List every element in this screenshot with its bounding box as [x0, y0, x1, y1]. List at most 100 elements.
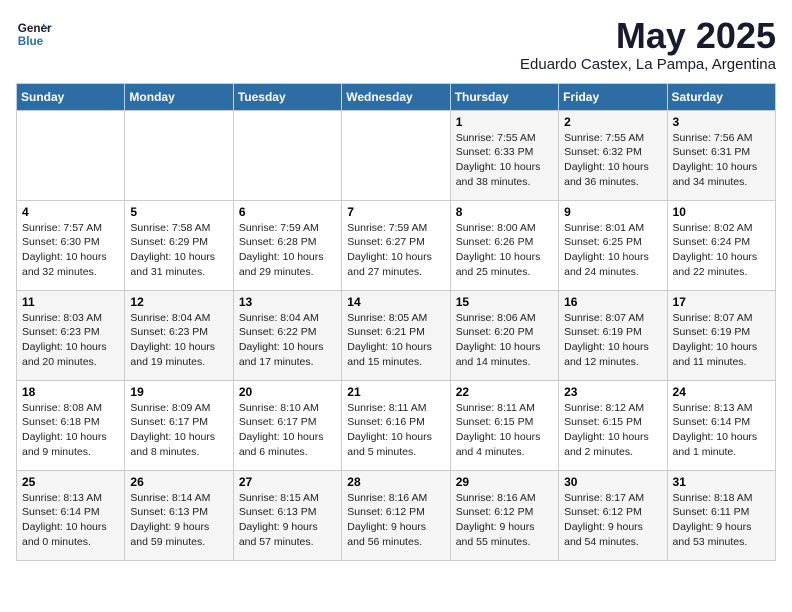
weekday-header-tuesday: Tuesday [233, 83, 341, 110]
day-number: 31 [673, 475, 770, 489]
day-number: 17 [673, 295, 770, 309]
day-number: 3 [673, 115, 770, 129]
calendar-cell: 22 Sunrise: 8:11 AM Sunset: 6:15 PM Dayli… [450, 380, 558, 470]
weekday-header-sunday: Sunday [17, 83, 125, 110]
day-number: 18 [22, 385, 119, 399]
calendar-cell: 29 Sunrise: 8:16 AM Sunset: 6:12 PM Dayli… [450, 470, 558, 560]
day-number: 25 [22, 475, 119, 489]
day-number: 22 [456, 385, 553, 399]
weekday-header-monday: Monday [125, 83, 233, 110]
calendar-cell: 16 Sunrise: 8:07 AM Sunset: 6:19 PM Dayli… [559, 290, 667, 380]
day-info: Sunrise: 8:11 AM Sunset: 6:16 PM Dayligh… [347, 401, 444, 460]
day-number: 21 [347, 385, 444, 399]
calendar-cell: 17 Sunrise: 8:07 AM Sunset: 6:19 PM Dayli… [667, 290, 775, 380]
day-number: 12 [130, 295, 227, 309]
day-number: 8 [456, 205, 553, 219]
day-info: Sunrise: 8:11 AM Sunset: 6:15 PM Dayligh… [456, 401, 553, 460]
logo-icon: General Blue [16, 16, 52, 52]
day-number: 19 [130, 385, 227, 399]
day-number: 11 [22, 295, 119, 309]
day-number: 16 [564, 295, 661, 309]
day-info: Sunrise: 8:09 AM Sunset: 6:17 PM Dayligh… [130, 401, 227, 460]
calendar-cell: 25 Sunrise: 8:13 AM Sunset: 6:14 PM Dayli… [17, 470, 125, 560]
calendar-cell: 19 Sunrise: 8:09 AM Sunset: 6:17 PM Dayli… [125, 380, 233, 470]
calendar-cell: 31 Sunrise: 8:18 AM Sunset: 6:11 PM Dayli… [667, 470, 775, 560]
calendar-cell: 13Sunrise: 8:04 AM Sunset: 6:22 PM Dayli… [233, 290, 341, 380]
calendar-cell: 28Sunrise: 8:16 AM Sunset: 6:12 PM Dayli… [342, 470, 450, 560]
calendar-cell: 20Sunrise: 8:10 AM Sunset: 6:17 PM Dayli… [233, 380, 341, 470]
logo: General Blue [16, 16, 52, 52]
day-number: 20 [239, 385, 336, 399]
day-info: Sunrise: 8:04 AM Sunset: 6:23 PM Dayligh… [130, 311, 227, 370]
day-info: Sunrise: 8:16 AM Sunset: 6:12 PM Dayligh… [347, 491, 444, 550]
day-number: 29 [456, 475, 553, 489]
day-number: 2 [564, 115, 661, 129]
calendar-cell: 11 Sunrise: 8:03 AM Sunset: 6:23 PM Dayli… [17, 290, 125, 380]
day-info: Sunrise: 7:56 AM Sunset: 6:31 PM Dayligh… [673, 131, 770, 190]
day-info: Sunrise: 7:55 AM Sunset: 6:33 PM Dayligh… [456, 131, 553, 190]
day-number: 13 [239, 295, 336, 309]
title-area: May 2025 Eduardo Castex, La Pampa, Argen… [520, 16, 776, 73]
day-info: Sunrise: 8:07 AM Sunset: 6:19 PM Dayligh… [564, 311, 661, 370]
day-info: Sunrise: 8:15 AM Sunset: 6:13 PM Dayligh… [239, 491, 336, 550]
calendar-cell: 1 Sunrise: 7:55 AM Sunset: 6:33 PM Daylig… [450, 110, 558, 200]
day-number: 23 [564, 385, 661, 399]
day-info: Sunrise: 7:58 AM Sunset: 6:29 PM Dayligh… [130, 221, 227, 280]
weekday-header-friday: Friday [559, 83, 667, 110]
day-info: Sunrise: 7:59 AM Sunset: 6:28 PM Dayligh… [239, 221, 336, 280]
main-title: May 2025 [520, 16, 776, 56]
day-info: Sunrise: 8:16 AM Sunset: 6:12 PM Dayligh… [456, 491, 553, 550]
day-number: 6 [239, 205, 336, 219]
subtitle: Eduardo Castex, La Pampa, Argentina [520, 56, 776, 73]
day-number: 24 [673, 385, 770, 399]
day-info: Sunrise: 8:00 AM Sunset: 6:26 PM Dayligh… [456, 221, 553, 280]
calendar-cell: 24 Sunrise: 8:13 AM Sunset: 6:14 PM Dayli… [667, 380, 775, 470]
calendar-cell: 23 Sunrise: 8:12 AM Sunset: 6:15 PM Dayli… [559, 380, 667, 470]
day-info: Sunrise: 7:55 AM Sunset: 6:32 PM Dayligh… [564, 131, 661, 190]
day-info: Sunrise: 8:13 AM Sunset: 6:14 PM Dayligh… [673, 401, 770, 460]
calendar-cell [17, 110, 125, 200]
header: General Blue May 2025 Eduardo Castex, La… [16, 16, 776, 73]
calendar-cell: 14 Sunrise: 8:05 AM Sunset: 6:21 PM Dayli… [342, 290, 450, 380]
calendar-cell: 18 Sunrise: 8:08 AM Sunset: 6:18 PM Dayli… [17, 380, 125, 470]
day-info: Sunrise: 8:13 AM Sunset: 6:14 PM Dayligh… [22, 491, 119, 550]
calendar-cell [342, 110, 450, 200]
weekday-header-saturday: Saturday [667, 83, 775, 110]
day-info: Sunrise: 8:03 AM Sunset: 6:23 PM Dayligh… [22, 311, 119, 370]
day-number: 5 [130, 205, 227, 219]
day-info: Sunrise: 8:12 AM Sunset: 6:15 PM Dayligh… [564, 401, 661, 460]
weekday-header-thursday: Thursday [450, 83, 558, 110]
day-info: Sunrise: 8:02 AM Sunset: 6:24 PM Dayligh… [673, 221, 770, 280]
day-info: Sunrise: 7:59 AM Sunset: 6:27 PM Dayligh… [347, 221, 444, 280]
day-info: Sunrise: 8:14 AM Sunset: 6:13 PM Dayligh… [130, 491, 227, 550]
calendar-cell [125, 110, 233, 200]
weekday-header-wednesday: Wednesday [342, 83, 450, 110]
day-info: Sunrise: 8:06 AM Sunset: 6:20 PM Dayligh… [456, 311, 553, 370]
day-info: Sunrise: 8:17 AM Sunset: 6:12 PM Dayligh… [564, 491, 661, 550]
svg-text:Blue: Blue [18, 35, 44, 48]
day-number: 15 [456, 295, 553, 309]
day-number: 1 [456, 115, 553, 129]
calendar-cell: 4Sunrise: 7:57 AM Sunset: 6:30 PM Daylig… [17, 200, 125, 290]
day-info: Sunrise: 8:05 AM Sunset: 6:21 PM Dayligh… [347, 311, 444, 370]
day-number: 26 [130, 475, 227, 489]
calendar-cell: 2 Sunrise: 7:55 AM Sunset: 6:32 PM Daylig… [559, 110, 667, 200]
day-number: 4 [22, 205, 119, 219]
calendar-cell: 15 Sunrise: 8:06 AM Sunset: 6:20 PM Dayli… [450, 290, 558, 380]
calendar-cell: 9 Sunrise: 8:01 AM Sunset: 6:25 PM Daylig… [559, 200, 667, 290]
calendar-table: SundayMondayTuesdayWednesdayThursdayFrid… [16, 83, 776, 561]
day-info: Sunrise: 8:08 AM Sunset: 6:18 PM Dayligh… [22, 401, 119, 460]
calendar-cell: 10 Sunrise: 8:02 AM Sunset: 6:24 PM Dayli… [667, 200, 775, 290]
day-number: 10 [673, 205, 770, 219]
calendar-cell [233, 110, 341, 200]
day-info: Sunrise: 8:18 AM Sunset: 6:11 PM Dayligh… [673, 491, 770, 550]
calendar-cell: 26 Sunrise: 8:14 AM Sunset: 6:13 PM Dayli… [125, 470, 233, 560]
calendar-cell: 7Sunrise: 7:59 AM Sunset: 6:27 PM Daylig… [342, 200, 450, 290]
day-number: 9 [564, 205, 661, 219]
calendar-cell: 5 Sunrise: 7:58 AM Sunset: 6:29 PM Daylig… [125, 200, 233, 290]
calendar-cell: 21 Sunrise: 8:11 AM Sunset: 6:16 PM Dayli… [342, 380, 450, 470]
day-number: 14 [347, 295, 444, 309]
day-info: Sunrise: 8:07 AM Sunset: 6:19 PM Dayligh… [673, 311, 770, 370]
calendar-cell: 8 Sunrise: 8:00 AM Sunset: 6:26 PM Daylig… [450, 200, 558, 290]
day-info: Sunrise: 8:01 AM Sunset: 6:25 PM Dayligh… [564, 221, 661, 280]
